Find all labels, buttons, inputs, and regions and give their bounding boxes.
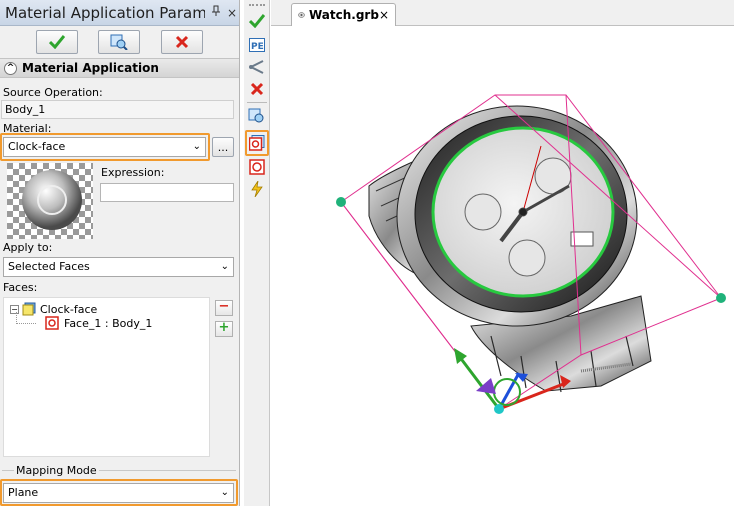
material-dropdown[interactable]: Clock-face ⌄ (3, 137, 206, 157)
source-operation-label: Source Operation: (3, 86, 103, 99)
faces-tree[interactable]: − Clock-face Face_1 : Body_1 (3, 297, 210, 457)
cancel-x-icon (250, 82, 264, 96)
apply-to-dropdown[interactable]: Selected Faces ⌄ (3, 257, 234, 277)
material-application-panel: Material Application Parame... × ^ Mater… (0, 0, 240, 506)
apply-to-value: Selected Faces (8, 260, 90, 273)
toolbar-cancel-button[interactable] (248, 80, 266, 98)
face-icon (249, 159, 265, 175)
frame-handle-right[interactable] (716, 293, 726, 303)
checkmark-icon (249, 14, 265, 28)
toolbar-separator (247, 102, 267, 103)
tab-watch-grb[interactable]: Watch.grb × (291, 3, 396, 26)
tree-root-label: Clock-face (40, 302, 98, 316)
toolbar-accept-button[interactable] (248, 12, 266, 30)
faces-label: Faces: (3, 281, 38, 294)
action-buttons (0, 26, 239, 58)
cancel-x-icon (175, 35, 188, 49)
close-tab-icon[interactable]: × (379, 8, 389, 22)
preview-icon (248, 108, 264, 123)
preview-button[interactable] (98, 30, 141, 54)
material-value: Clock-face (8, 140, 66, 153)
mapping-mode-dropdown[interactable]: Plane ⌄ (3, 483, 234, 503)
panel-titlebar: Material Application Parame... × (0, 0, 239, 26)
toolbar-face-button[interactable] (248, 158, 266, 176)
vertical-toolbar: PE (244, 0, 270, 506)
collapse-chevron-icon[interactable]: ^ (4, 61, 17, 75)
checkmark-icon (49, 35, 66, 49)
material-preview-thumbnail (7, 163, 93, 239)
tree-face-label: Face_1 : Body_1 (64, 316, 153, 330)
panel-title: Material Application Parame... (5, 3, 205, 22)
document-view: Watch.grb × (271, 0, 734, 506)
section-header[interactable]: ^ Material Application (0, 58, 239, 78)
tree-item-face[interactable]: Face_1 : Body_1 (45, 316, 152, 330)
toolbar-material-button[interactable] (248, 134, 266, 152)
expression-input[interactable] (100, 183, 234, 202)
document-icon (298, 12, 305, 18)
source-operation-field: Body_1 (1, 100, 234, 119)
toolbar-lightning-button[interactable] (248, 180, 266, 198)
tab-label: Watch.grb (308, 8, 379, 22)
add-face-button[interactable]: + (215, 321, 233, 337)
watch-3d-model[interactable] (271, 26, 734, 506)
tree-connector (16, 312, 36, 324)
apply-to-label: Apply to: (3, 241, 53, 254)
remove-face-button[interactable]: − (215, 300, 233, 316)
cancel-button[interactable] (160, 30, 203, 54)
toolbar-properties-button[interactable]: PE (248, 36, 266, 54)
section-title: Material Application (22, 61, 159, 75)
svg-text:PE: PE (251, 42, 264, 52)
lightning-icon (251, 181, 263, 197)
toolbar-preview-button[interactable] (248, 107, 266, 125)
toolbar-grip[interactable] (249, 4, 265, 6)
pin-icon[interactable] (211, 5, 221, 20)
material-apply-icon (249, 135, 265, 151)
chevron-down-icon: ⌄ (192, 141, 201, 152)
accept-button[interactable] (36, 30, 79, 54)
close-panel-icon[interactable]: × (227, 6, 237, 20)
connect-icon (249, 60, 264, 74)
expression-label: Expression: (101, 166, 165, 179)
frame-handle-left[interactable] (336, 197, 346, 207)
preview-icon (110, 34, 129, 50)
face-icon (45, 316, 59, 330)
properties-icon: PE (249, 38, 265, 52)
mapping-mode-label: Mapping Mode (14, 464, 99, 477)
toolbar-connect-button[interactable] (248, 58, 266, 76)
mapping-mode-value: Plane (8, 486, 39, 499)
chevron-down-icon: ⌄ (220, 487, 229, 498)
document-tabs: Watch.grb × (271, 0, 734, 26)
chevron-down-icon: ⌄ (220, 261, 229, 272)
browse-material-button[interactable]: ... (212, 137, 234, 157)
